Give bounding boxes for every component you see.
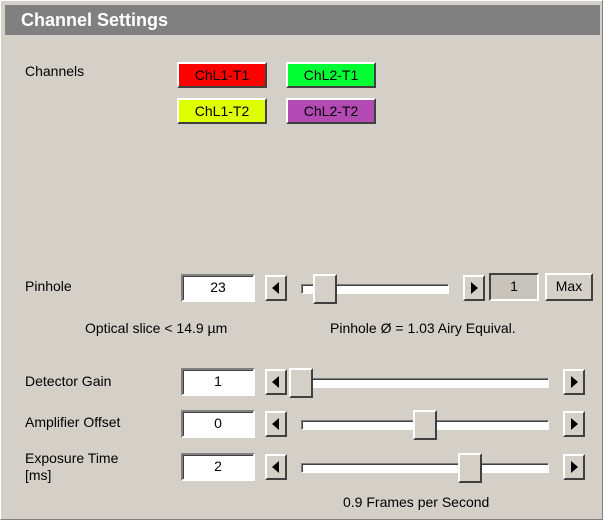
amplifier-offset-slider-thumb[interactable] xyxy=(413,410,437,440)
channel-button-chl2-t1[interactable]: ChL2-T1 xyxy=(286,62,376,88)
arrow-left-icon xyxy=(272,282,279,294)
exposure-time-slider-thumb[interactable] xyxy=(457,453,482,483)
channel-button-chl2-t2[interactable]: ChL2-T2 xyxy=(286,98,376,124)
arrow-right-icon xyxy=(571,418,578,430)
arrow-right-icon xyxy=(571,376,578,388)
detector-gain-decrease-button[interactable] xyxy=(265,369,287,395)
pinhole-decrease-button[interactable] xyxy=(265,275,287,301)
detector-gain-slider-thumb[interactable] xyxy=(289,368,313,398)
pinhole-max-button[interactable]: Max xyxy=(545,273,593,301)
detector-gain-label: Detector Gain xyxy=(25,373,112,389)
channel-button-chl1-t2[interactable]: ChL1-T2 xyxy=(177,98,267,124)
exposure-time-increase-button[interactable] xyxy=(563,454,585,480)
amplifier-offset-label: Amplifier Offset xyxy=(25,414,121,430)
pinhole-slider-thumb[interactable] xyxy=(313,274,338,304)
arrow-right-icon xyxy=(471,282,478,294)
detector-gain-slider-track[interactable] xyxy=(289,378,549,388)
channels-label: Channels xyxy=(25,63,85,79)
amplifier-offset-increase-button[interactable] xyxy=(563,411,585,437)
channel-button-chl1-t1[interactable]: ChL1-T1 xyxy=(177,62,267,88)
arrow-left-icon xyxy=(272,461,279,473)
arrow-left-icon xyxy=(272,376,279,388)
detector-gain-field[interactable]: 1 xyxy=(181,368,255,396)
panel-title: Channel Settings xyxy=(5,5,600,35)
detector-gain-increase-button[interactable] xyxy=(563,369,585,395)
frames-per-second-text: 0.9 Frames per Second xyxy=(343,494,490,510)
pinhole-increase-button[interactable] xyxy=(463,275,485,301)
exposure-time-label-line1: Exposure Time xyxy=(25,450,119,466)
exposure-time-label-unit: [ms] xyxy=(25,467,52,483)
pinhole-one-airy-button[interactable]: 1 xyxy=(489,273,539,301)
optical-slice-text: Optical slice < 14.9 µm xyxy=(85,320,228,336)
pinhole-airy-text: Pinhole Ø = 1.03 Airy Equival. xyxy=(330,320,516,336)
exposure-time-decrease-button[interactable] xyxy=(265,454,287,480)
amplifier-offset-decrease-button[interactable] xyxy=(265,411,287,437)
exposure-time-slider-track[interactable] xyxy=(301,463,549,473)
arrow-right-icon xyxy=(571,461,578,473)
exposure-time-field[interactable]: 2 xyxy=(181,453,255,481)
exposure-time-label: Exposure Time [ms] xyxy=(25,450,118,484)
pinhole-value-field[interactable]: 23 xyxy=(181,274,255,302)
amplifier-offset-field[interactable]: 0 xyxy=(181,410,255,438)
arrow-left-icon xyxy=(272,418,279,430)
pinhole-label: Pinhole xyxy=(25,278,72,294)
channel-settings-panel: Channel Settings Channels ChL1-T1 ChL2-T… xyxy=(0,0,603,520)
